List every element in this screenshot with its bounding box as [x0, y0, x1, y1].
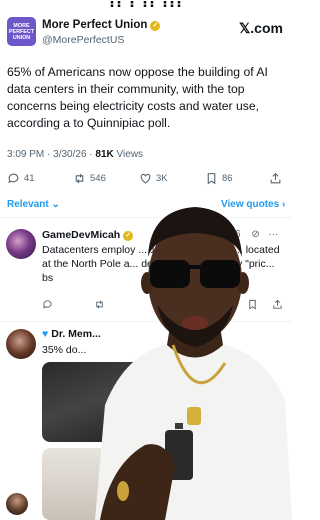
- like-button[interactable]: 3K: [139, 170, 168, 186]
- reply-button[interactable]: 41: [7, 170, 35, 186]
- account-name[interactable]: More Perfect Union ✓: [42, 19, 161, 31]
- tweet-views-count: 81K: [95, 149, 114, 160]
- account-name-label: More Perfect Union: [42, 19, 148, 31]
- logo-text: MORE PERFECT UNION: [8, 23, 35, 41]
- reply-text: 35% do...: [42, 344, 87, 356]
- creator-video-overlay: [95, 207, 292, 520]
- top-caption-cutoff: ⁞⁞ ⁞ ⁞⁞ ⁞⁞⁞: [109, 0, 183, 11]
- bookmark-icon: [207, 172, 216, 184]
- share-icon: [270, 172, 281, 183]
- repost-icon: [75, 173, 84, 183]
- account-handle[interactable]: @MorePerfectUS: [42, 34, 124, 46]
- reply-count: 41: [24, 172, 35, 184]
- like-count: 3K: [156, 172, 168, 184]
- sort-relevant-dropdown[interactable]: Relevant ⌄: [7, 199, 60, 210]
- tweet-actions: 41 546 3K 86: [7, 170, 285, 186]
- tweet-meta: 3:09 PM · 3/30/26 · 81K Views: [7, 149, 144, 160]
- account-logo[interactable]: MORE PERFECT UNION: [7, 17, 36, 46]
- corner-avatar[interactable]: [6, 493, 28, 515]
- reply-author-name[interactable]: ♥ Dr. Mem...: [42, 328, 101, 340]
- repost-button[interactable]: 546: [73, 170, 106, 186]
- reply-icon: [8, 173, 19, 183]
- tweet-date: 3/30/26: [53, 149, 87, 160]
- tweet-text: 65% of Americans now oppose the building…: [7, 65, 268, 130]
- share-button[interactable]: [269, 170, 282, 186]
- tweet-views-label: Views: [116, 149, 144, 160]
- reply-author-label: Dr. Mem...: [51, 328, 101, 340]
- reply-icon[interactable]: [42, 299, 53, 310]
- avatar[interactable]: [6, 329, 36, 359]
- x-brand-logo: 𝕏.com: [239, 20, 283, 36]
- like-icon: [140, 173, 151, 183]
- bookmark-count: 86: [222, 172, 233, 184]
- blue-heart-icon: ♥: [42, 328, 49, 340]
- repost-count: 546: [90, 172, 106, 184]
- tweet-time: 3:09 PM: [7, 149, 45, 160]
- avatar[interactable]: [6, 229, 36, 259]
- verified-icon: ✓: [150, 21, 161, 31]
- bookmark-button[interactable]: 86: [205, 170, 233, 186]
